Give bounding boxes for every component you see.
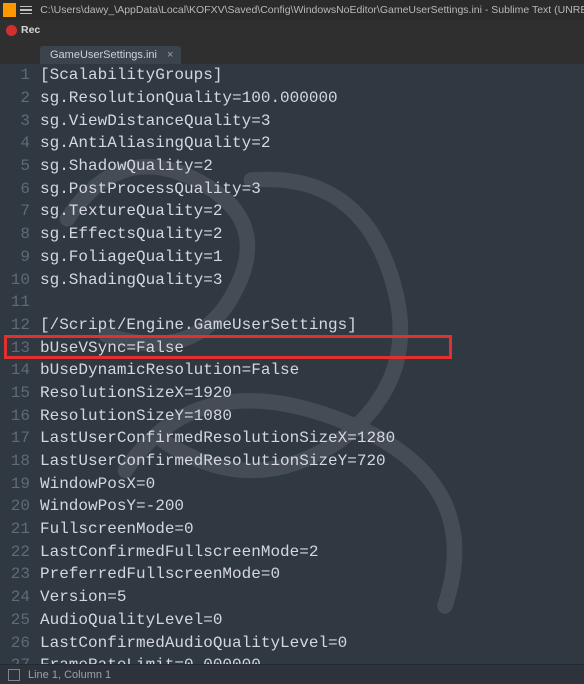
- code-text: AudioQualityLevel=0: [40, 611, 222, 629]
- line-number: 20: [0, 497, 40, 515]
- code-text: sg.ResolutionQuality=100.000000: [40, 89, 338, 107]
- editor[interactable]: 1[ScalabilityGroups]2sg.ResolutionQualit…: [0, 64, 584, 664]
- line-number: 15: [0, 384, 40, 402]
- code-line[interactable]: 7sg.TextureQuality=2: [0, 200, 584, 223]
- cursor-position: Line 1, Column 1: [28, 669, 111, 681]
- line-number: 14: [0, 361, 40, 379]
- line-number: 5: [0, 157, 40, 175]
- line-number: 13: [0, 339, 40, 357]
- line-number: 23: [0, 565, 40, 583]
- line-number: 24: [0, 588, 40, 606]
- line-number: 25: [0, 611, 40, 629]
- code-text: sg.AntiAliasingQuality=2: [40, 134, 270, 152]
- code-line[interactable]: 24Version=5: [0, 586, 584, 609]
- close-icon[interactable]: ×: [167, 49, 173, 61]
- line-number: 7: [0, 202, 40, 220]
- titlebar: C:\Users\dawy_\AppData\Local\KOFXV\Saved…: [0, 0, 584, 20]
- code-line[interactable]: 14bUseDynamicResolution=False: [0, 359, 584, 382]
- tab-label: GameUserSettings.ini: [50, 49, 157, 61]
- code-line[interactable]: 25AudioQualityLevel=0: [0, 609, 584, 632]
- code-text: ResolutionSizeY=1080: [40, 407, 232, 425]
- code-text: sg.TextureQuality=2: [40, 202, 222, 220]
- record-label: Rec: [21, 24, 40, 36]
- code-text: [ScalabilityGroups]: [40, 66, 222, 84]
- code-text: FrameRateLimit=0.000000: [40, 656, 261, 664]
- code-line[interactable]: 22LastConfirmedFullscreenMode=2: [0, 540, 584, 563]
- code-line[interactable]: 1[ScalabilityGroups]: [0, 64, 584, 87]
- line-number: 26: [0, 634, 40, 652]
- code-text: LastUserConfirmedResolutionSizeY=720: [40, 452, 386, 470]
- code-line[interactable]: 10sg.ShadingQuality=3: [0, 268, 584, 291]
- line-number: 27: [0, 656, 40, 664]
- code-line[interactable]: 13bUseVSync=False: [0, 336, 584, 359]
- code-text: sg.EffectsQuality=2: [40, 225, 222, 243]
- line-number: 18: [0, 452, 40, 470]
- code-text: [/Script/Engine.GameUserSettings]: [40, 316, 357, 334]
- line-number: 21: [0, 520, 40, 538]
- code-line[interactable]: 15ResolutionSizeX=1920: [0, 382, 584, 405]
- line-number: 9: [0, 248, 40, 266]
- status-bar: Line 1, Column 1: [0, 664, 584, 684]
- line-number: 6: [0, 180, 40, 198]
- code-line[interactable]: 9sg.FoliageQuality=1: [0, 246, 584, 269]
- record-icon[interactable]: [6, 25, 17, 36]
- code-line[interactable]: 12[/Script/Engine.GameUserSettings]: [0, 314, 584, 337]
- toolbar: Rec: [0, 20, 584, 40]
- line-number: 3: [0, 112, 40, 130]
- code-line[interactable]: 11: [0, 291, 584, 314]
- code-line[interactable]: 17LastUserConfirmedResolutionSizeX=1280: [0, 427, 584, 450]
- hamburger-menu-icon[interactable]: [20, 3, 33, 17]
- line-number: 8: [0, 225, 40, 243]
- code-text: ResolutionSizeX=1920: [40, 384, 232, 402]
- line-number: 12: [0, 316, 40, 334]
- code-line[interactable]: 4sg.AntiAliasingQuality=2: [0, 132, 584, 155]
- code-text: PreferredFullscreenMode=0: [40, 565, 280, 583]
- code-text: bUseDynamicResolution=False: [40, 361, 299, 379]
- line-number: 22: [0, 543, 40, 561]
- code-line[interactable]: 6sg.PostProcessQuality=3: [0, 177, 584, 200]
- code-line[interactable]: 18LastUserConfirmedResolutionSizeY=720: [0, 450, 584, 473]
- code-text: sg.ShadingQuality=3: [40, 271, 222, 289]
- window-title: C:\Users\dawy_\AppData\Local\KOFXV\Saved…: [40, 4, 584, 16]
- code-text: WindowPosX=0: [40, 475, 155, 493]
- file-tab[interactable]: GameUserSettings.ini ×: [40, 46, 181, 64]
- code-text: bUseVSync=False: [40, 339, 184, 357]
- code-line[interactable]: 20WindowPosY=-200: [0, 495, 584, 518]
- code-text: sg.FoliageQuality=1: [40, 248, 222, 266]
- code-line[interactable]: 2sg.ResolutionQuality=100.000000: [0, 87, 584, 110]
- line-number: 19: [0, 475, 40, 493]
- tab-bar: GameUserSettings.ini ×: [0, 40, 584, 64]
- code-text: FullscreenMode=0: [40, 520, 194, 538]
- line-number: 16: [0, 407, 40, 425]
- code-text: LastConfirmedAudioQualityLevel=0: [40, 634, 347, 652]
- code-line[interactable]: 19WindowPosX=0: [0, 472, 584, 495]
- code-text: Version=5: [40, 588, 126, 606]
- app-icon: [3, 3, 16, 17]
- line-number: 17: [0, 429, 40, 447]
- code-text: sg.ShadowQuality=2: [40, 157, 213, 175]
- code-line[interactable]: 16ResolutionSizeY=1080: [0, 404, 584, 427]
- line-number: 10: [0, 271, 40, 289]
- line-number: 2: [0, 89, 40, 107]
- line-number: 11: [0, 293, 40, 311]
- code-text: LastConfirmedFullscreenMode=2: [40, 543, 318, 561]
- code-text: sg.PostProcessQuality=3: [40, 180, 261, 198]
- code-line[interactable]: 26LastConfirmedAudioQualityLevel=0: [0, 631, 584, 654]
- code-text: sg.ViewDistanceQuality=3: [40, 112, 270, 130]
- code-line[interactable]: 8sg.EffectsQuality=2: [0, 223, 584, 246]
- code-text: WindowPosY=-200: [40, 497, 184, 515]
- code-text: LastUserConfirmedResolutionSizeX=1280: [40, 429, 395, 447]
- code-line[interactable]: 23PreferredFullscreenMode=0: [0, 563, 584, 586]
- line-number: 4: [0, 134, 40, 152]
- code-line[interactable]: 21FullscreenMode=0: [0, 518, 584, 541]
- code-line[interactable]: 5sg.ShadowQuality=2: [0, 155, 584, 178]
- panel-icon[interactable]: [8, 669, 20, 681]
- line-number: 1: [0, 66, 40, 84]
- code-line[interactable]: 27FrameRateLimit=0.000000: [0, 654, 584, 664]
- code-line[interactable]: 3sg.ViewDistanceQuality=3: [0, 109, 584, 132]
